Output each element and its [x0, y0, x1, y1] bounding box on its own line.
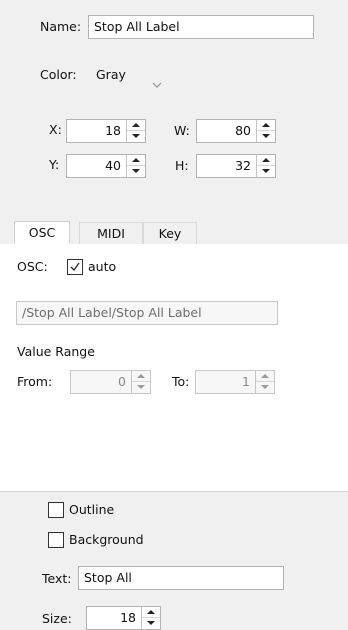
spin-down-icon[interactable] [257, 166, 275, 177]
h-spinbox[interactable]: 32 [196, 154, 276, 178]
tab-midi[interactable]: MIDI [79, 222, 143, 244]
w-spinbox[interactable]: 80 [196, 119, 276, 143]
size-value: 18 [120, 610, 136, 625]
osc-address-field[interactable]: /Stop All Label/Stop All Label [16, 301, 278, 325]
y-label: Y: [49, 157, 60, 172]
x-label: X: [49, 122, 62, 137]
spin-up-icon[interactable] [257, 120, 275, 131]
tab-key[interactable]: Key [143, 222, 197, 244]
outline-label: Outline [69, 502, 115, 517]
text-field[interactable]: Stop All [78, 566, 284, 590]
spin-down-icon[interactable] [127, 166, 145, 177]
h-value: 32 [235, 158, 251, 173]
spin-down-icon[interactable] [127, 131, 145, 142]
spin-down-icon[interactable] [256, 382, 274, 393]
auto-label: auto [88, 259, 117, 274]
color-dropdown-value: Gray [96, 67, 126, 82]
spin-up-icon[interactable] [127, 155, 145, 166]
auto-checkbox[interactable] [67, 259, 83, 275]
to-value: 1 [242, 374, 250, 389]
x-spinbox[interactable]: 18 [66, 119, 146, 143]
y-value: 40 [105, 158, 121, 173]
spin-up-icon[interactable] [132, 371, 150, 382]
w-label: W: [174, 123, 190, 138]
spin-up-icon[interactable] [127, 120, 145, 131]
color-dropdown[interactable]: Gray [90, 63, 170, 88]
name-label: Name: [40, 19, 82, 34]
spin-up-icon[interactable] [257, 155, 275, 166]
w-value: 80 [235, 123, 251, 138]
from-label: From: [17, 374, 53, 389]
to-spinbox[interactable]: 1 [195, 370, 275, 394]
y-spinbox[interactable]: 40 [66, 154, 146, 178]
value-range-label: Value Range [17, 344, 95, 359]
background-checkbox[interactable] [48, 532, 64, 548]
color-label: Color: [40, 67, 77, 82]
spin-up-icon[interactable] [142, 607, 160, 618]
tab-osc[interactable]: OSC [14, 221, 70, 244]
spin-down-icon[interactable] [257, 131, 275, 142]
background-label: Background [69, 532, 144, 547]
size-spinbox[interactable]: 18 [86, 606, 161, 630]
spin-up-icon[interactable] [256, 371, 274, 382]
tab-bar: OSC MIDI Key [0, 218, 348, 245]
h-label: H: [175, 158, 189, 173]
name-field[interactable]: Stop All Label [88, 15, 314, 39]
spin-down-icon[interactable] [132, 382, 150, 393]
chevron-down-icon [152, 72, 162, 96]
osc-label: OSC: [17, 259, 48, 274]
text-label: Text: [42, 571, 72, 586]
outline-checkbox[interactable] [48, 502, 64, 518]
from-value: 0 [118, 374, 126, 389]
x-value: 18 [105, 123, 121, 138]
size-label: Size: [42, 611, 72, 626]
from-spinbox[interactable]: 0 [70, 370, 151, 394]
to-label: To: [172, 374, 190, 389]
osc-panel [0, 244, 348, 492]
checkmark-icon [70, 262, 80, 272]
spin-down-icon[interactable] [142, 618, 160, 629]
